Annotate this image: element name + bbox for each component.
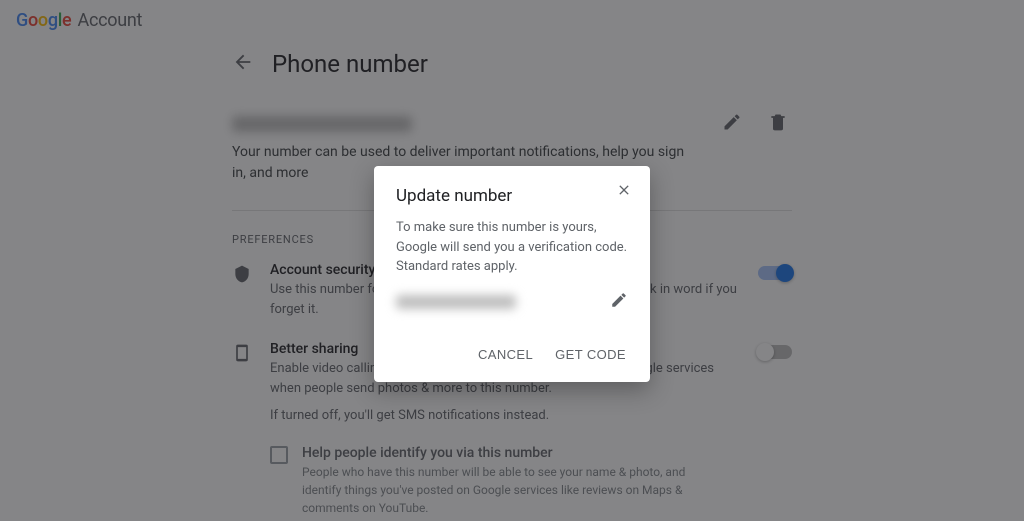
edit-number-icon[interactable] bbox=[610, 291, 628, 313]
dialog-text: To make sure this number is yours, Googl… bbox=[396, 218, 628, 277]
dialog-phone-redacted bbox=[396, 295, 516, 309]
modal-overlay: Update number To make sure this number i… bbox=[0, 0, 1024, 521]
get-code-button[interactable]: GET CODE bbox=[553, 341, 628, 368]
dialog-title: Update number bbox=[396, 186, 628, 206]
close-button[interactable] bbox=[616, 182, 632, 202]
cancel-button[interactable]: CANCEL bbox=[476, 341, 535, 368]
update-number-dialog: Update number To make sure this number i… bbox=[374, 166, 650, 382]
